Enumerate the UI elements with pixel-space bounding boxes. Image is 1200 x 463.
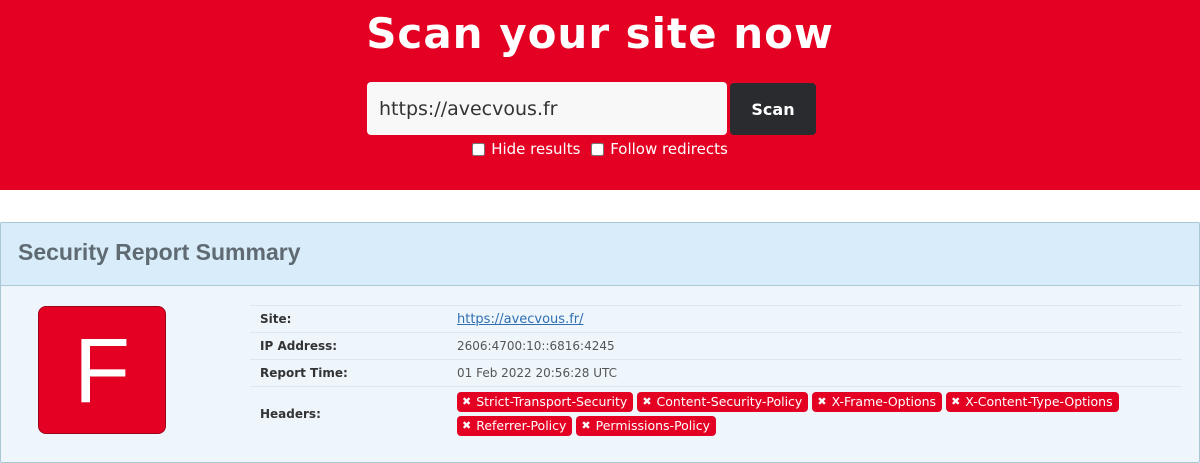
hide-results-label: Hide results: [491, 140, 581, 158]
report-table: Site: https://avecvous.fr/ IP Address: 2…: [250, 305, 1182, 441]
header-badge-x-content-type-options[interactable]: ✖ X-Content-Type-Options: [946, 392, 1119, 412]
table-row: Site: https://avecvous.fr/: [250, 305, 1182, 333]
scan-options: Hide results Follow redirects: [0, 139, 1200, 161]
hide-results-option[interactable]: Hide results: [472, 139, 580, 159]
table-row: Report Time: 01 Feb 2022 20:56:28 UTC: [250, 359, 1182, 387]
ip-value: 2606:4700:10::6816:4245: [447, 332, 1182, 360]
url-input[interactable]: [367, 82, 727, 135]
follow-redirects-label: Follow redirects: [610, 140, 728, 158]
site-link[interactable]: https://avecvous.fr/: [457, 312, 584, 327]
follow-redirects-checkbox[interactable]: [591, 142, 605, 156]
table-row: Headers: ✖ Strict-Transport-Security ✖ Con…: [250, 386, 1182, 441]
follow-redirects-option[interactable]: Follow redirects: [591, 139, 728, 159]
x-icon: ✖: [817, 395, 827, 408]
x-icon: ✖: [462, 419, 472, 432]
header-badge-referrer-policy[interactable]: ✖ Referrer-Policy: [457, 416, 573, 436]
site-label: Site:: [250, 305, 447, 333]
hero-title: Scan your site now: [366, 9, 834, 58]
header-badge-label: Strict-Transport-Security: [476, 394, 628, 409]
header-badges: ✖ Strict-Transport-Security ✖ Content-Secu…: [457, 388, 1137, 440]
scan-button[interactable]: Scan: [730, 83, 816, 135]
headers-label: Headers:: [250, 386, 447, 441]
report-time-label: Report Time:: [250, 359, 447, 387]
x-icon: ✖: [951, 395, 961, 408]
scan-hero: Scan your site now Scan Hide results Fol…: [0, 0, 1200, 190]
report-time-value: 01 Feb 2022 20:56:28 UTC: [447, 359, 1182, 387]
hide-results-checkbox[interactable]: [472, 142, 486, 156]
panel-title: Security Report Summary: [18, 239, 301, 265]
header-badge-label: Permissions-Policy: [595, 418, 711, 433]
header-badge-permissions-policy[interactable]: ✖ Permissions-Policy: [576, 416, 717, 436]
header-badge-content-security-policy[interactable]: ✖ Content-Security-Policy: [637, 392, 809, 412]
security-report-panel: Security Report Summary F Site: https://…: [0, 222, 1200, 463]
site-value-cell: https://avecvous.fr/: [447, 305, 1182, 333]
header-badge-label: X-Frame-Options: [831, 394, 937, 409]
grade-badge: F: [38, 306, 166, 434]
header-badge-label: Referrer-Policy: [476, 418, 567, 433]
header-badge-label: X-Content-Type-Options: [965, 394, 1113, 409]
ip-label: IP Address:: [250, 332, 447, 360]
x-icon: ✖: [642, 395, 652, 408]
header-badge-strict-transport-security[interactable]: ✖ Strict-Transport-Security: [457, 392, 634, 412]
panel-header: Security Report Summary: [1, 223, 1199, 286]
table-row: IP Address: 2606:4700:10::6816:4245: [250, 332, 1182, 360]
header-badge-label: Content-Security-Policy: [656, 394, 803, 409]
headers-value-cell: ✖ Strict-Transport-Security ✖ Content-Secu…: [447, 386, 1182, 441]
header-badge-x-frame-options[interactable]: ✖ X-Frame-Options: [812, 392, 943, 412]
scan-form: Scan: [367, 82, 817, 136]
x-icon: ✖: [581, 419, 591, 432]
x-icon: ✖: [462, 395, 472, 408]
